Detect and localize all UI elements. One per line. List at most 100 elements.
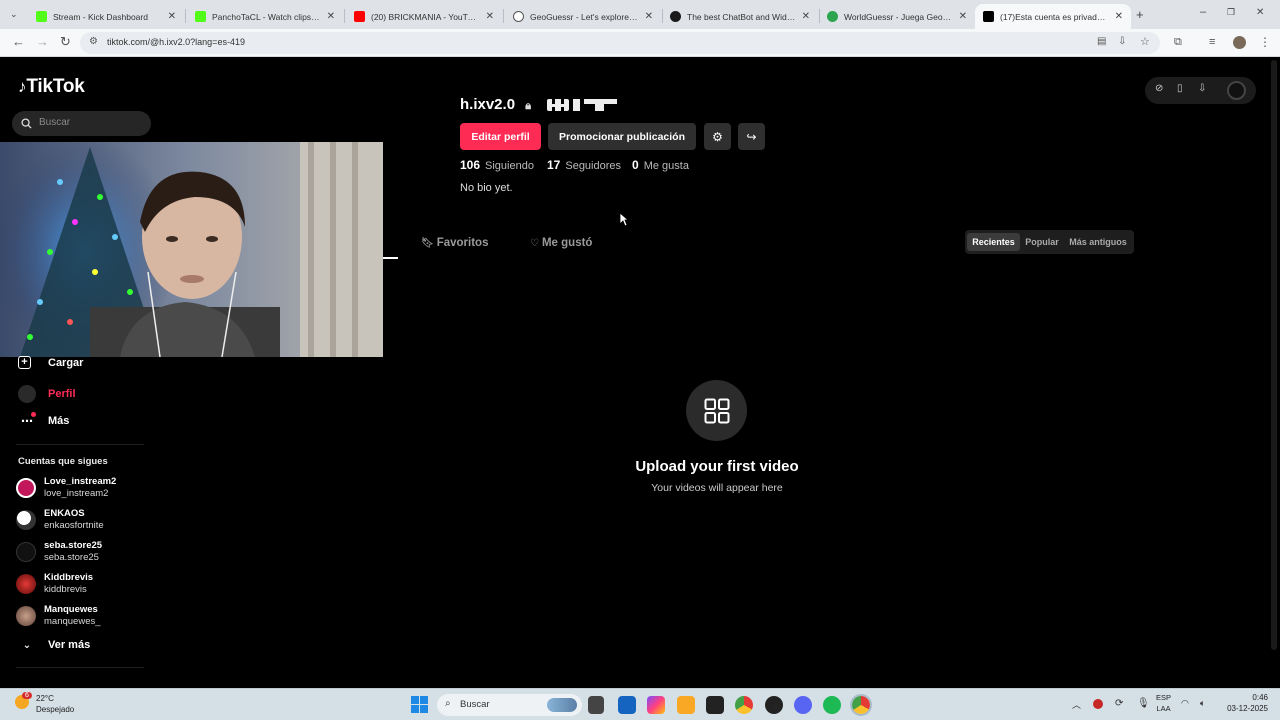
user-avatar[interactable] <box>1227 81 1246 100</box>
followed-account-item[interactable]: Kiddbrevis kiddbrevis <box>16 571 93 597</box>
following-stat[interactable]: 106 Siguiendo <box>460 158 534 172</box>
divider <box>16 667 144 668</box>
microphone-icon[interactable]: 🎙︎ <box>1137 698 1150 709</box>
chevron-down-icon: ⌄ <box>22 639 32 651</box>
likes-label: Me gusta <box>643 160 689 172</box>
account-username: kiddbrevis <box>44 584 87 595</box>
new-tab-icon[interactable]: + <box>1136 7 1144 22</box>
tab-close-icon[interactable]: ✕ <box>959 11 967 22</box>
maximize-icon[interactable]: ❐ <box>1227 7 1235 18</box>
sidebar-item-more[interactable]: ⋯ Más <box>18 412 69 428</box>
following-heading: Cuentas que sigues <box>18 456 108 467</box>
tab-close-icon[interactable]: ✕ <box>645 11 653 22</box>
install-app-icon[interactable]: ⇩ <box>1118 36 1126 47</box>
sidebar-item-upload[interactable]: + Cargar <box>18 356 83 369</box>
browser-tab[interactable]: GeoGuessr - Let's explore the world! ✕ <box>505 4 661 29</box>
tab-title: (17)Esta cuenta es privada. Sigue <box>1000 11 1109 22</box>
language-top: ESP <box>1156 693 1172 702</box>
forward-icon[interactable]: → <box>36 34 49 49</box>
browser-tab[interactable]: WorldGuessr - Juega GeoGuessr ✕ <box>819 4 975 29</box>
settings-button[interactable]: ⚙ <box>704 123 731 150</box>
tiktok-logo[interactable]: ♪TikTok <box>18 76 85 98</box>
search-icon <box>21 118 32 129</box>
browser-tab[interactable]: (20) BRICKMANIA - YouTube ✕ <box>346 4 502 29</box>
share-button[interactable]: ↪ <box>738 123 765 150</box>
tab-title: WorldGuessr - Juega GeoGuessr <box>844 11 953 22</box>
browser-tab[interactable]: Stream - Kick Dashboard ✕ <box>28 4 184 29</box>
bookmark-star-icon[interactable]: ☆ <box>1140 35 1150 48</box>
epic-games-icon[interactable] <box>706 696 724 714</box>
close-window-icon[interactable]: ✕ <box>1256 7 1264 18</box>
tab-favorites[interactable]: 🔖︎ Favoritos <box>421 237 488 249</box>
profile-avatar-icon[interactable] <box>1233 36 1246 49</box>
tab-close-icon[interactable]: ✕ <box>168 11 176 22</box>
heart-outline-icon: ♡ <box>530 238 539 249</box>
minimize-icon[interactable]: – <box>1200 6 1206 18</box>
discord-icon[interactable] <box>794 696 812 714</box>
chevron-up-icon[interactable]: ︿ <box>1072 698 1081 711</box>
reload-icon[interactable]: ↻ <box>60 34 71 50</box>
spotify-icon[interactable] <box>823 696 841 714</box>
stylized-nickname-icon <box>547 99 617 111</box>
tray-icon[interactable] <box>1093 699 1103 709</box>
taskbar-search-placeholder: Buscar <box>460 699 490 710</box>
address-bar-row: ← → ↻ ⚙ tiktok.com/@h.ixv2.0?lang=es-419… <box>0 29 1280 57</box>
followed-account-item[interactable]: Love_instream2 love_instream2 <box>16 475 116 501</box>
tab-close-icon[interactable]: ✕ <box>1115 11 1123 22</box>
download-icon[interactable]: ⇩ <box>1198 83 1206 94</box>
chrome-icon[interactable] <box>735 696 753 714</box>
tab-search-icon[interactable]: ⌄ <box>10 9 18 20</box>
chrome-active-icon[interactable] <box>850 694 872 716</box>
sort-recent-button[interactable]: Recientes <box>967 233 1020 251</box>
search-input[interactable]: Buscar <box>12 111 151 136</box>
clock[interactable]: 0:46 03-12-2025 <box>1218 692 1268 714</box>
copilot-icon[interactable] <box>647 696 665 714</box>
tray-icon[interactable]: ⟳ <box>1115 698 1123 709</box>
followers-label: Seguidores <box>565 160 622 172</box>
followers-stat[interactable]: 17 Seguidores <box>547 158 621 172</box>
account-username: seba.store25 <box>44 552 99 563</box>
see-more-button[interactable]: ⌄ Ver más <box>18 639 90 651</box>
task-view-icon[interactable] <box>588 696 604 714</box>
translate-icon[interactable]: ▤ <box>1097 36 1106 47</box>
profile-username: h.ixv2.0 🔒︎ <box>460 96 531 113</box>
browser-tab-active[interactable]: (17)Esta cuenta es privada. Sigue ✕ <box>975 4 1131 29</box>
volume-icon[interactable]: 🔈︎ <box>1200 698 1205 709</box>
language-indicator[interactable]: ESP LAA <box>1156 692 1171 714</box>
coin-icon[interactable]: ⊘ <box>1155 83 1163 94</box>
app-icon[interactable] <box>618 696 636 714</box>
browser-tab[interactable]: The best ChatBot and Widgets ✕ <box>662 4 818 29</box>
sort-oldest-button[interactable]: Más antiguos <box>1064 233 1132 251</box>
sort-popular-button[interactable]: Popular <box>1022 233 1062 251</box>
extensions-icon[interactable]: ⧉ <box>1174 36 1182 49</box>
browser-menu-icon[interactable]: ⋮ <box>1259 35 1271 49</box>
language-bottom: LAA <box>1156 704 1171 713</box>
page-scrollbar[interactable] <box>1271 60 1277 650</box>
taskbar-search[interactable]: ⌕ Buscar <box>437 694 582 716</box>
phone-icon[interactable]: ▯ <box>1177 83 1183 94</box>
clock-time: 0:46 <box>1252 693 1268 702</box>
tab-close-icon[interactable]: ✕ <box>486 11 494 22</box>
followed-account-item[interactable]: seba.store25 seba.store25 <box>16 539 102 565</box>
tab-title: GeoGuessr - Let's explore the world! <box>530 11 639 22</box>
file-explorer-icon[interactable] <box>677 696 695 714</box>
back-icon[interactable]: ← <box>12 34 25 49</box>
account-name: ENKAOS <box>44 508 85 519</box>
url-field[interactable]: ⚙ tiktok.com/@h.ixv2.0?lang=es-419 ▤ ⇩ ☆ <box>80 32 1160 54</box>
followed-account-item[interactable]: Manquewes manquewes_ <box>16 603 101 629</box>
wifi-icon[interactable]: ◠ <box>1181 698 1189 709</box>
followed-account-item[interactable]: ENKAOS enkaosfortnite <box>16 507 104 533</box>
sidebar-item-profile[interactable]: Perfil <box>18 385 76 403</box>
tab-close-icon[interactable]: ✕ <box>802 11 810 22</box>
browser-tab[interactable]: PanchoTaCL - Watch clips on Kick ✕ <box>187 4 343 29</box>
windows-start-icon[interactable] <box>411 696 428 713</box>
reading-list-icon[interactable]: ≡ <box>1209 36 1215 48</box>
tab-close-icon[interactable]: ✕ <box>327 11 335 22</box>
app-icon[interactable] <box>765 696 783 714</box>
site-info-icon[interactable]: ⚙ <box>89 36 98 47</box>
mouse-cursor-icon <box>619 212 629 227</box>
tab-liked[interactable]: ♡ Me gustó <box>530 237 592 249</box>
promote-post-button[interactable]: Promocionar publicación <box>548 123 696 150</box>
account-name: seba.store25 <box>44 540 103 551</box>
edit-profile-button[interactable]: Editar perfil <box>460 123 541 150</box>
